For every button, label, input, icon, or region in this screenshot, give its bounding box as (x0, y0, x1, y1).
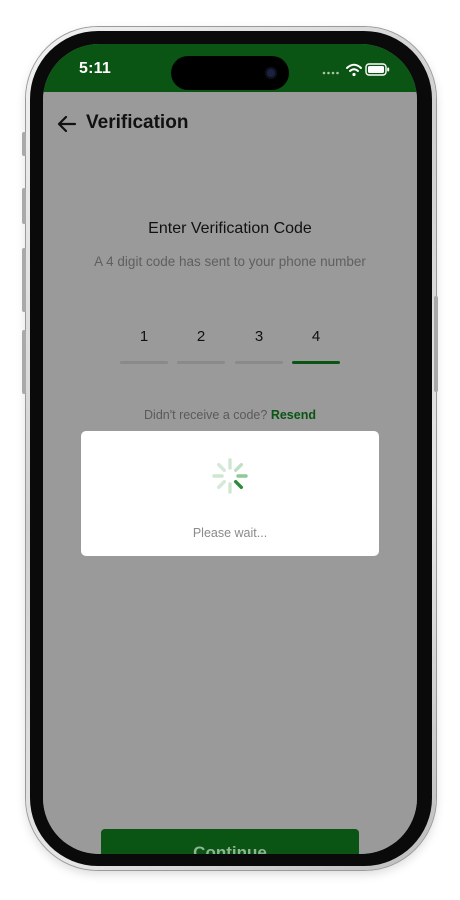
code-digit-box-4[interactable]: 4 (292, 324, 340, 364)
dynamic-island (171, 56, 289, 90)
code-digit: 1 (139, 328, 149, 345)
page-title: Verification (86, 112, 189, 133)
status-icons (322, 63, 390, 77)
loading-text: Please wait... (192, 526, 268, 540)
front-camera (265, 67, 277, 79)
code-underline (235, 361, 283, 364)
content-overlay: Verification Enter Verification Code A 4… (43, 92, 417, 854)
code-underline-active (292, 361, 340, 364)
code-digit-box-2[interactable]: 2 (177, 324, 225, 364)
resend-row: Didn't receive a code? Resend (43, 408, 417, 422)
resend-link[interactable]: Resend (271, 408, 316, 422)
status-bar: 5:11 (43, 44, 417, 92)
resend-prompt: Didn't receive a code? (144, 408, 268, 422)
silent-switch (22, 330, 26, 394)
continue-label: Continue (193, 843, 267, 854)
code-digit-box-3[interactable]: 3 (235, 324, 283, 364)
cellular-dots-icon (322, 71, 339, 75)
action-button (22, 132, 26, 156)
code-underline (177, 361, 225, 364)
back-arrow-icon[interactable] (57, 114, 77, 134)
code-digit-box-1[interactable]: 1 (120, 324, 168, 364)
verification-subtext: A 4 digit code has sent to your phone nu… (94, 254, 366, 269)
spinner-icon (212, 458, 248, 494)
battery-icon (365, 63, 390, 76)
wifi-icon (346, 63, 362, 77)
volume-up-button (22, 188, 26, 224)
code-input-group: 1 2 3 4 (120, 324, 340, 364)
verification-heading: Enter Verification Code (148, 220, 312, 237)
continue-button[interactable]: Continue (101, 829, 359, 854)
code-digit: 4 (311, 328, 321, 345)
volume-down-button (22, 248, 26, 312)
code-underline (120, 361, 168, 364)
screen: 5:11 Verification Enter Verification Cod… (43, 44, 417, 854)
power-button (434, 296, 438, 392)
code-digit: 2 (196, 328, 206, 345)
code-digit: 3 (254, 328, 264, 345)
loading-dialog: Please wait... (81, 431, 379, 556)
nav-bar: Verification (43, 106, 417, 142)
status-time: 5:11 (79, 60, 111, 77)
